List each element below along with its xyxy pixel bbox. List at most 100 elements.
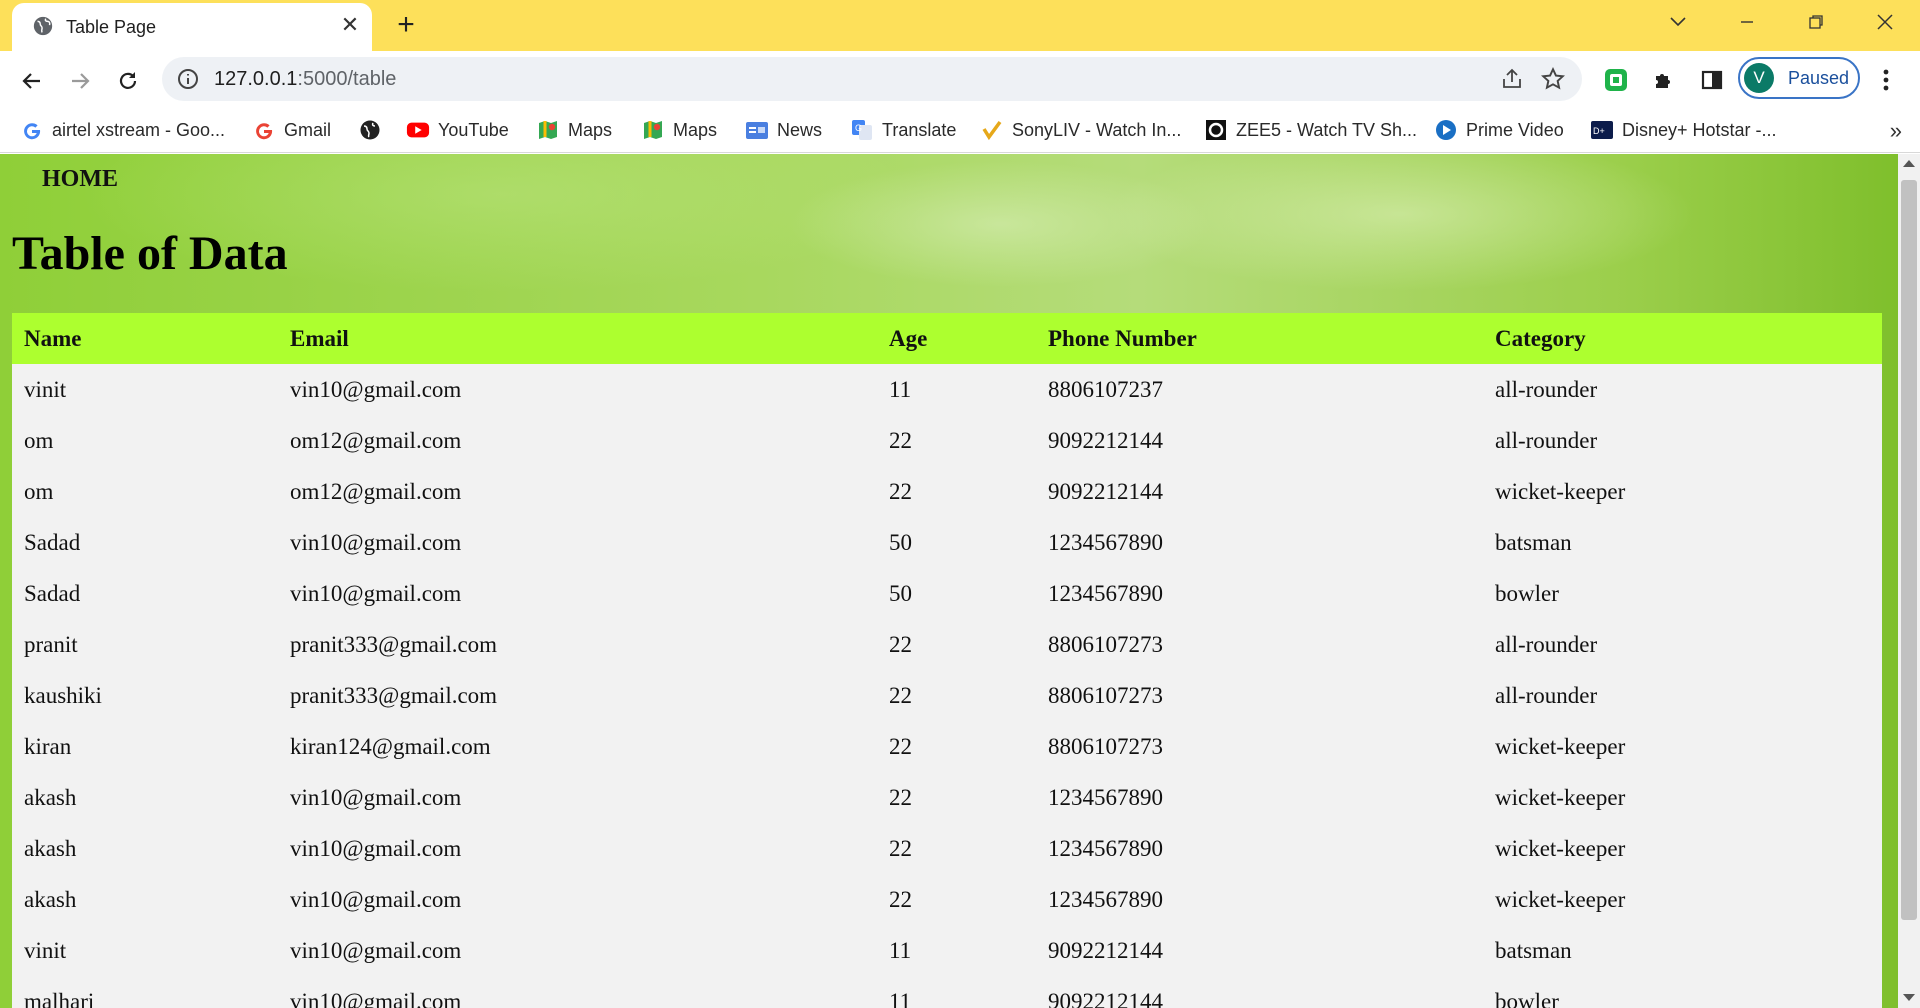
phone-cell: 9092212144	[1048, 937, 1163, 963]
email-cell: kiran124@gmail.com	[290, 733, 491, 759]
name-cell: Sadad	[24, 529, 81, 555]
name-cell: akash	[24, 886, 77, 912]
bookmark-youtube[interactable]: YouTube	[406, 116, 509, 144]
google-icon	[252, 118, 276, 142]
bookmark-label: Maps	[568, 119, 613, 140]
table-row: akash vin10@gmail.com 22 1234567890 wicket-k…	[12, 772, 1882, 823]
hotstar-icon: D+	[1590, 118, 1614, 142]
profile-status: Paused	[1788, 68, 1850, 88]
email-cell: om12@gmail.com	[290, 427, 462, 453]
bookmark-label: airtel xstream - Goo...	[52, 119, 226, 140]
name-cell: vinit	[24, 937, 67, 963]
name-cell: om	[24, 427, 54, 453]
data-table: Name Email Age Phone Number Category vinit vi…	[12, 313, 1882, 1008]
table-row: kiran kiran124@gmail.com 22 8806107273 wicke…	[12, 721, 1882, 772]
extension-green-icon[interactable]	[1600, 64, 1632, 96]
tab-table-page[interactable]: Table Page ✕	[12, 3, 372, 51]
phone-cell: 9092212144	[1048, 988, 1163, 1008]
bookmark-translate[interactable]: G Translate	[850, 116, 956, 144]
email-cell: vin10@gmail.com	[290, 835, 462, 861]
zee5-icon	[1204, 118, 1228, 142]
name-cell: akash	[24, 835, 77, 861]
scrollbar-thumb[interactable]	[1901, 180, 1917, 920]
address-bar[interactable]: 127.0.0.1:5000/table	[162, 57, 1582, 101]
category-cell: all-rounder	[1495, 631, 1598, 657]
phone-cell: 8806107273	[1048, 631, 1163, 657]
svg-text:G: G	[855, 123, 862, 133]
translate-icon: G	[850, 118, 874, 142]
avatar: V	[1744, 63, 1774, 93]
email-cell: om12@gmail.com	[290, 478, 462, 504]
category-cell: wicket-keeper	[1495, 835, 1626, 861]
youtube-icon	[406, 118, 430, 142]
scroll-down-arrow-icon[interactable]	[1903, 994, 1915, 1001]
bookmark-globe[interactable]	[358, 116, 382, 144]
scroll-up-arrow-icon[interactable]	[1903, 160, 1915, 167]
google-icon	[20, 118, 44, 142]
bookmark-gmail[interactable]: Gmail	[252, 116, 331, 144]
browser-toolbar: 127.0.0.1:5000/table V Paused	[0, 51, 1920, 108]
email-cell: vin10@gmail.com	[290, 886, 462, 912]
bookmark-prime-video[interactable]: Prime Video	[1434, 116, 1564, 144]
name-cell: om	[24, 478, 54, 504]
bookmark-label: Maps	[673, 119, 718, 140]
bookmark-maps[interactable]: Maps	[536, 116, 612, 144]
table-row: om om12@gmail.com 22 9092212144 all-rounder	[12, 415, 1882, 466]
menu-kebab-icon[interactable]	[1870, 64, 1902, 96]
tab-title: Table Page	[66, 17, 157, 37]
bookmark-label: YouTube	[438, 119, 509, 140]
table-row: kaushiki pranit333@gmail.com 22 8806107273 a…	[12, 670, 1882, 721]
bookmark-label: SonyLIV - Watch In...	[1012, 119, 1182, 140]
bookmarks-bar: airtel xstream - Goo... Gmail YouTube Ma…	[0, 108, 1920, 153]
column-header-category: Category	[1495, 325, 1586, 351]
category-cell: batsman	[1495, 937, 1572, 963]
table-row: Sadad vin10@gmail.com 50 1234567890 bowler	[12, 568, 1882, 619]
email-cell: vin10@gmail.com	[290, 937, 462, 963]
email-cell: vin10@gmail.com	[290, 529, 462, 555]
name-cell: kaushiki	[24, 682, 102, 708]
bookmark-news[interactable]: News	[745, 116, 822, 144]
age-cell: 22	[889, 835, 912, 861]
forward-arrow-icon[interactable]	[62, 63, 98, 99]
url-text[interactable]: 127.0.0.1:5000/table	[214, 68, 396, 91]
bookmark-zee5[interactable]: ZEE5 - Watch TV Sh...	[1204, 116, 1417, 144]
bookmark-star-icon[interactable]	[1540, 66, 1566, 92]
vertical-scrollbar[interactable]	[1898, 154, 1920, 1008]
phone-cell: 8806107273	[1048, 733, 1163, 759]
name-cell: akash	[24, 784, 77, 810]
restore-icon[interactable]	[1796, 6, 1836, 38]
extensions-puzzle-icon[interactable]	[1648, 64, 1680, 96]
table-row: akash vin10@gmail.com 22 1234567890 wicket-k…	[12, 823, 1882, 874]
age-cell: 11	[889, 376, 912, 402]
age-cell: 50	[889, 580, 912, 606]
bookmark-label: Translate	[882, 119, 957, 140]
close-window-icon[interactable]	[1865, 6, 1905, 38]
close-tab-icon[interactable]: ✕	[336, 11, 364, 39]
bookmark-sonyliv[interactable]: SonyLIV - Watch In...	[980, 116, 1181, 144]
category-cell: all-rounder	[1495, 376, 1598, 402]
phone-cell: 1234567890	[1048, 886, 1163, 912]
share-icon[interactable]	[1500, 67, 1524, 91]
age-cell: 11	[889, 988, 912, 1008]
bookmark-airtel-xstream[interactable]: airtel xstream - Goo...	[20, 116, 225, 144]
more-bookmarks-icon[interactable]: »	[1890, 118, 1902, 144]
bookmark-hotstar[interactable]: D+ Disney+ Hotstar -...	[1590, 116, 1777, 144]
site-info-icon[interactable]	[176, 67, 200, 91]
nav-home-link[interactable]: HOME	[42, 166, 118, 193]
minimize-icon[interactable]	[1727, 6, 1767, 38]
bookmark-label: Prime Video	[1466, 119, 1564, 140]
back-arrow-icon[interactable]	[14, 63, 50, 99]
prime-video-icon	[1434, 118, 1458, 142]
globe-icon	[33, 16, 53, 36]
age-cell: 22	[889, 427, 912, 453]
new-tab-button[interactable]: +	[390, 10, 422, 42]
category-cell: wicket-keeper	[1495, 784, 1626, 810]
tab-search-icon[interactable]	[1658, 6, 1698, 38]
bookmark-maps-2[interactable]: Maps	[641, 116, 717, 144]
reload-icon[interactable]	[110, 63, 146, 99]
side-panel-icon[interactable]	[1696, 64, 1728, 96]
profile-button[interactable]: V Paused	[1738, 57, 1860, 99]
category-cell: all-rounder	[1495, 682, 1598, 708]
url-path: :5000/table	[297, 68, 397, 90]
age-cell: 50	[889, 529, 912, 555]
